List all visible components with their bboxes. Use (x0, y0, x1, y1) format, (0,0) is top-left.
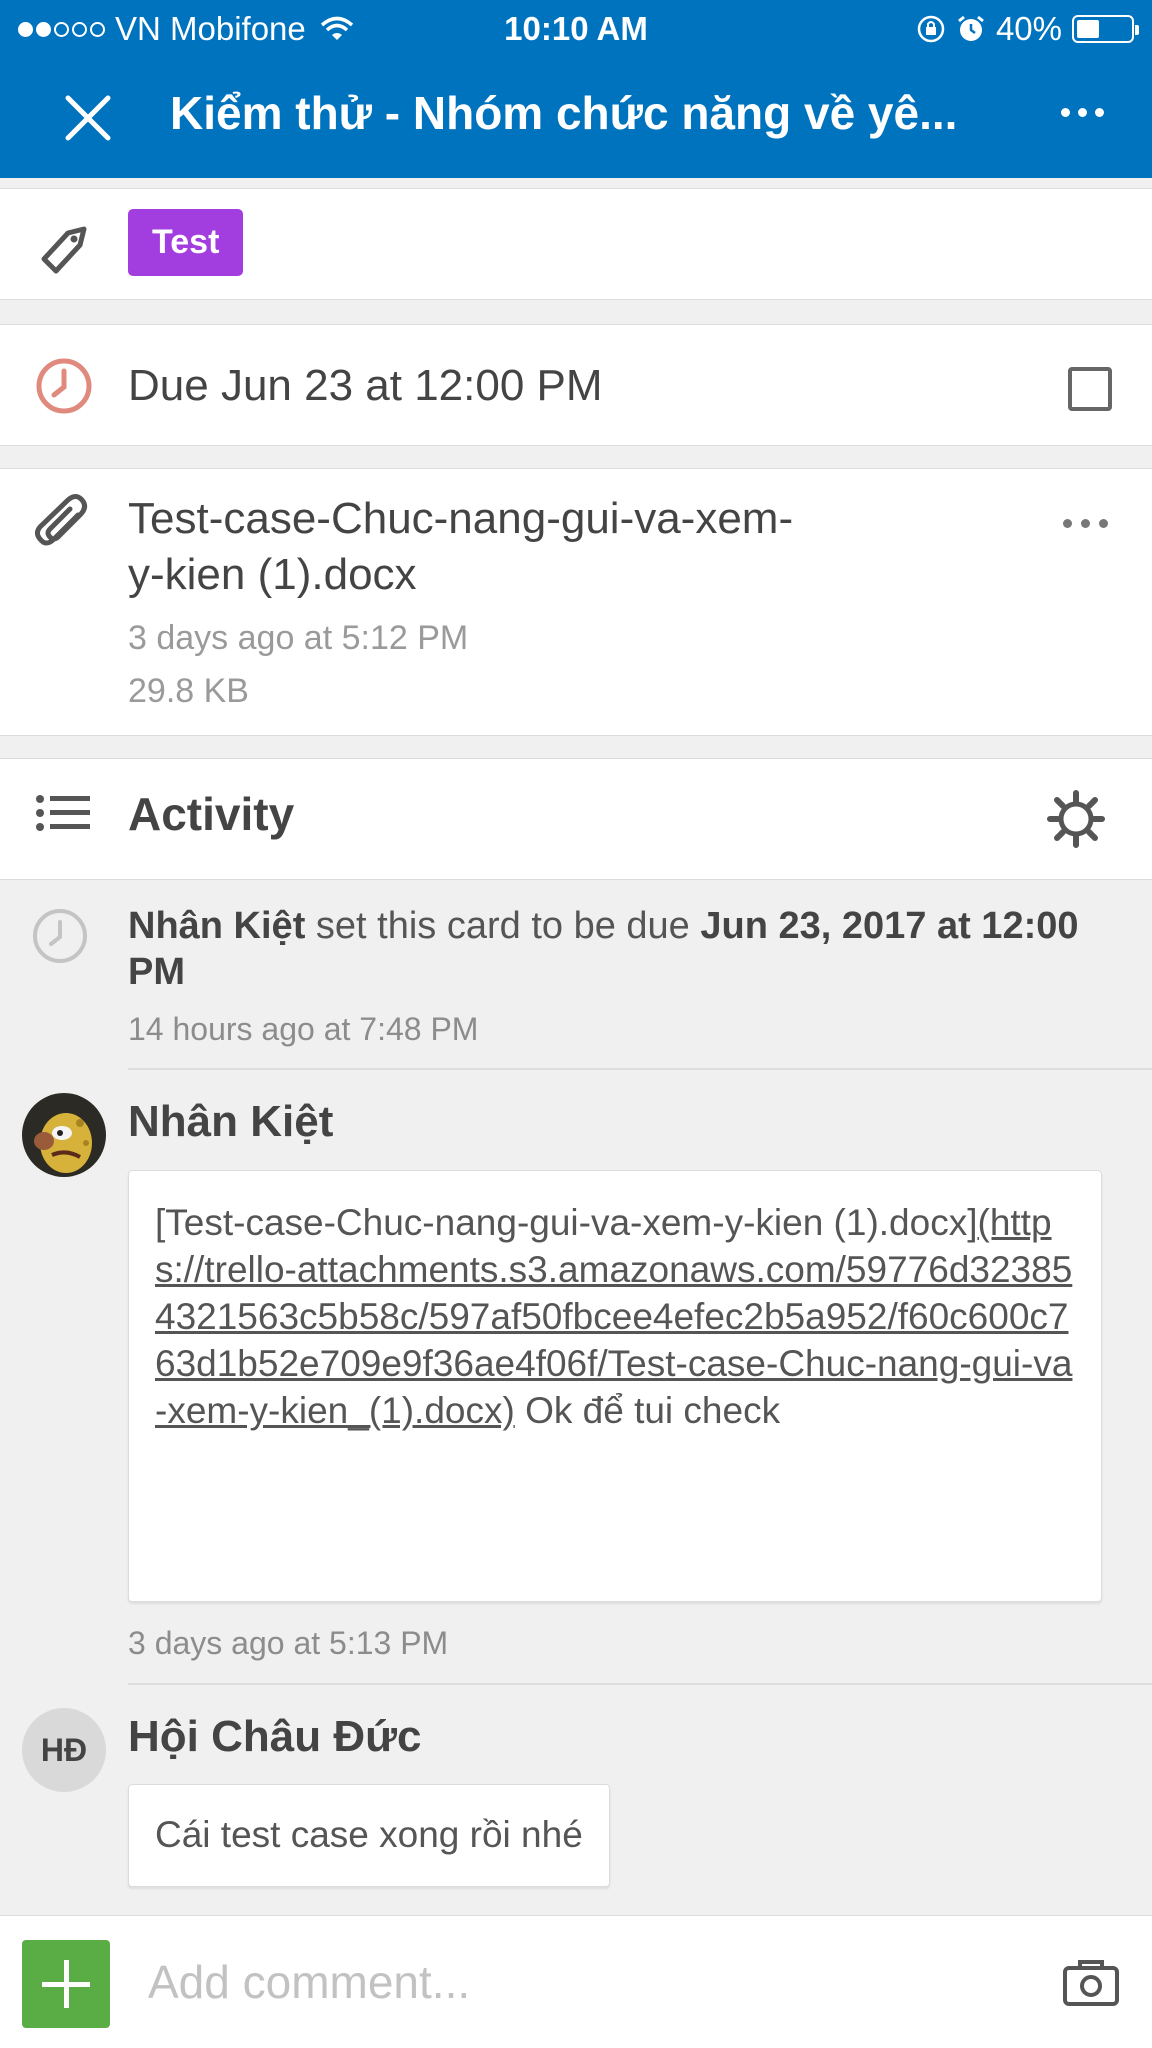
comment-input[interactable] (148, 1952, 948, 2012)
paperclip-icon (34, 494, 88, 546)
battery-icon (1072, 15, 1139, 43)
due-complete-checkbox[interactable] (1068, 367, 1112, 411)
event-action: set this card to be due (305, 905, 701, 947)
divider (128, 1683, 1152, 1685)
avatar[interactable]: HĐ (22, 1708, 106, 1792)
activity-event-text: Nhân Kiệt set this card to be due Jun 23… (128, 903, 1128, 995)
event-time: 14 hours ago at 7:48 PM (128, 1011, 479, 1047)
due-date: Due Jun 23 at 12:00 PM (128, 361, 603, 410)
clock-icon (33, 909, 87, 963)
attachment-name[interactable]: Test-case-Chuc-nang-gui-va-xem-y-kien (1… (128, 491, 828, 603)
comment-body[interactable]: Cái test case xong rồi nhé (128, 1784, 610, 1887)
plus-icon[interactable] (22, 1940, 110, 2028)
close-icon[interactable] (58, 88, 118, 148)
list-icon (36, 795, 90, 831)
card-title: Kiểm thử - Nhóm chức năng về yê... (170, 87, 958, 139)
labels-section: Test (0, 188, 1152, 300)
divider (128, 1068, 1152, 1070)
gear-icon[interactable] (1046, 789, 1106, 849)
comment-text-prefix: [Test-case-Chuc-nang-gui-va-xem-y-kien (… (155, 1202, 978, 1243)
lock-rotation-icon (917, 15, 945, 43)
camera-icon[interactable] (1062, 1958, 1120, 2008)
nav-bar: Kiểm thử - Nhóm chức năng về yê... (0, 58, 1152, 178)
comment-time: 3 days ago at 5:13 PM (128, 1625, 449, 1661)
avatar[interactable] (22, 1093, 106, 1177)
comment-author[interactable]: Hội Châu Đức (128, 1712, 421, 1762)
comment-body[interactable]: [Test-case-Chuc-nang-gui-va-xem-y-kien (… (128, 1170, 1102, 1602)
event-actor[interactable]: Nhân Kiệt (128, 905, 305, 947)
attachment-more-icon[interactable] (1063, 519, 1108, 528)
activity-header: Activity (0, 758, 1152, 880)
comment-text-suffix: Ok để tui check (514, 1390, 781, 1431)
alarm-icon (958, 15, 984, 41)
battery-percent: 40% (995, 10, 1062, 47)
status-bar: VN Mobifone 10:10 AM 40% (0, 0, 1152, 58)
attachment-size: 29.8 KB (128, 672, 249, 710)
app-header: VN Mobifone 10:10 AM 40% Kiểm thử - Nhóm… (0, 0, 1152, 178)
attachment-section[interactable]: Test-case-Chuc-nang-gui-va-xem-y-kien (1… (0, 468, 1152, 736)
label-chip[interactable]: Test (128, 209, 244, 276)
comment-author[interactable]: Nhân Kiệt (128, 1097, 333, 1147)
due-section[interactable]: Due Jun 23 at 12:00 PM (0, 324, 1152, 446)
clock-icon (36, 358, 92, 414)
comment-composer (0, 1915, 1152, 2048)
more-icon[interactable] (1052, 92, 1112, 132)
attachment-time: 3 days ago at 5:12 PM (128, 619, 469, 657)
tag-icon (41, 226, 87, 274)
activity-title: Activity (128, 788, 295, 840)
